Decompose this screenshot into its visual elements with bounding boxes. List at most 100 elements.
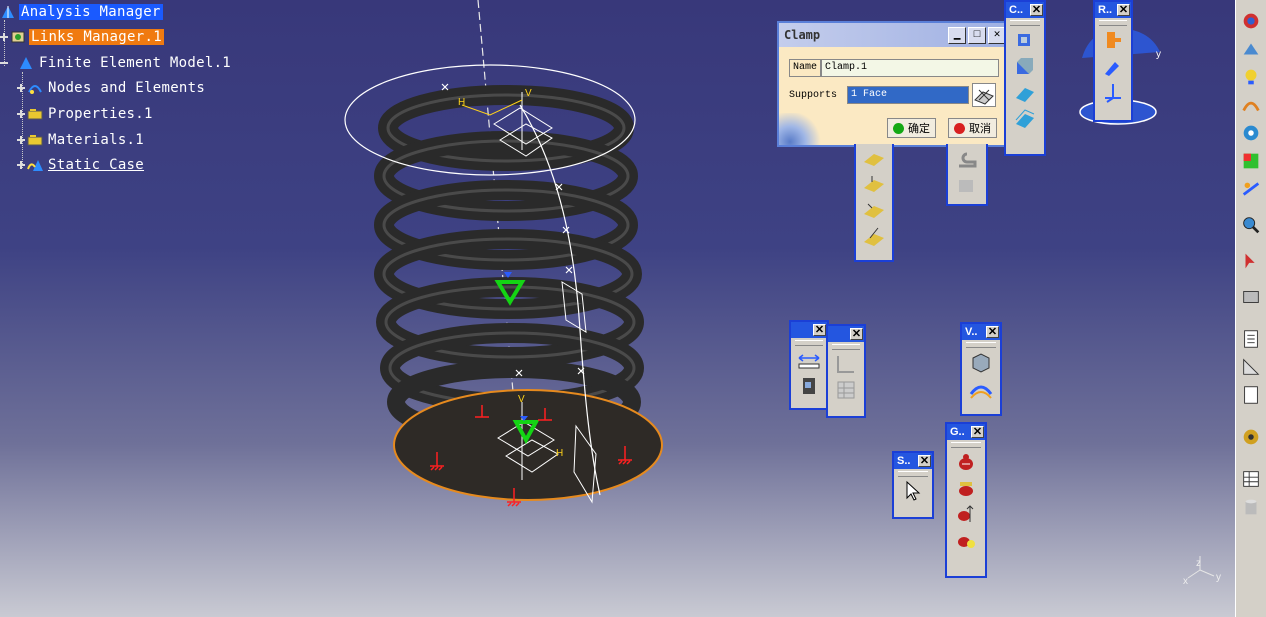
right-toolbar <box>1235 0 1266 617</box>
minimize-button[interactable]: ▁ <box>948 26 966 44</box>
shell-icon[interactable] <box>1013 106 1037 130</box>
fem-icon <box>20 57 32 69</box>
toolbar-c-close[interactable]: ✕ <box>1030 4 1043 16</box>
workbench-icon[interactable] <box>1240 10 1262 32</box>
toolbar-r[interactable]: R.. ✕ <box>1093 0 1133 122</box>
toolbar-v-close[interactable]: ✕ <box>986 326 999 338</box>
table-icon[interactable] <box>1240 468 1262 490</box>
cylinder-icon[interactable] <box>1240 496 1262 518</box>
toolbar-small-1-close[interactable]: ✕ <box>813 324 826 336</box>
materials-icon <box>27 135 43 146</box>
tree-label: Finite Element Model.1 <box>39 55 232 71</box>
select-arrow-icon[interactable] <box>901 479 925 503</box>
expand-icon[interactable] <box>0 33 8 41</box>
bend-icon[interactable] <box>955 146 979 170</box>
dialog-titlebar[interactable]: Clamp ▁ □ ✕ <box>779 23 1008 47</box>
mesh-tool-icon[interactable] <box>1240 38 1262 60</box>
bug-compute-icon[interactable] <box>954 450 978 474</box>
analysis-tool-icon[interactable] <box>1240 178 1262 200</box>
tree-label: Links Manager.1 <box>29 29 164 45</box>
inertia-icon[interactable] <box>797 374 821 398</box>
load-surface-icon-4[interactable] <box>862 224 886 248</box>
cube-icon[interactable] <box>1013 28 1037 52</box>
clamp-dialog: Clamp ▁ □ ✕ Name Clamp.1 Supports 1 Face… <box>777 21 1010 147</box>
disabled-curve-icon[interactable] <box>834 352 858 376</box>
bulb-icon[interactable] <box>1240 66 1262 88</box>
tree-item-nodes-elements[interactable]: Nodes and Elements <box>17 77 207 99</box>
report-icon[interactable] <box>1240 328 1262 350</box>
toolbar-g[interactable]: G.. ✕ <box>945 422 987 578</box>
axis-z-label: z <box>1196 558 1201 569</box>
toolbar-c[interactable]: C.. ✕ <box>1004 0 1046 156</box>
box-icon[interactable] <box>1013 54 1037 78</box>
cancel-button[interactable]: 取消 <box>948 118 997 138</box>
zoom-icon[interactable] <box>1240 214 1262 236</box>
toolbar-s[interactable]: S.. ✕ <box>892 451 934 519</box>
toolbar-s-close[interactable]: ✕ <box>918 455 931 467</box>
supports-field[interactable]: 1 Face <box>847 86 969 104</box>
toolbar-r-title: R.. <box>1098 4 1113 16</box>
analysis-icon <box>2 6 14 18</box>
surface-icon[interactable] <box>1013 80 1037 104</box>
name-field[interactable]: Clamp.1 <box>821 59 1000 77</box>
spring-tool-icon[interactable] <box>1240 94 1262 116</box>
disabled-table-icon[interactable] <box>834 378 858 402</box>
ok-icon <box>893 122 904 134</box>
list-icon[interactable] <box>1240 384 1262 406</box>
toolbar-left-column[interactable] <box>854 144 894 262</box>
pointer-tool-icon[interactable] <box>1240 250 1262 272</box>
expand-icon[interactable] <box>17 161 25 169</box>
settings-gear-icon[interactable] <box>1240 426 1262 448</box>
dialog-title: Clamp <box>784 28 821 42</box>
tree-label: Nodes and Elements <box>48 80 206 96</box>
tree-item-fem[interactable]: Finite Element Model.1 <box>0 52 233 74</box>
expand-icon[interactable] <box>17 110 25 118</box>
pin-icon[interactable] <box>1101 54 1125 78</box>
view-cube-icon[interactable] <box>969 350 993 374</box>
label-v-top: V <box>525 88 532 99</box>
tree-item-links-manager[interactable]: Links Manager.1 <box>0 26 164 48</box>
tree-label: Analysis Manager <box>19 4 163 20</box>
restraint-icon[interactable] <box>1101 28 1125 52</box>
links-icon <box>11 31 25 43</box>
load-surface-icon-3[interactable] <box>862 198 886 222</box>
collapse-icon[interactable] <box>0 59 8 67</box>
bug-compute-icon-2[interactable] <box>954 476 978 500</box>
tree-label: Properties.1 <box>48 106 153 122</box>
axes-icon[interactable] <box>1101 80 1125 104</box>
mesh-icon <box>28 85 42 94</box>
toolbar-mid-column[interactable] <box>946 144 988 206</box>
toolbar-small-2[interactable]: ✕ <box>826 324 866 418</box>
measure-icon[interactable] <box>797 348 821 372</box>
toolbar-small-2-close[interactable]: ✕ <box>850 328 863 340</box>
expand-icon[interactable] <box>17 136 25 144</box>
tree-item-properties[interactable]: Properties.1 <box>17 103 155 125</box>
ok-button[interactable]: 确定 <box>887 118 936 138</box>
toolbar-g-title: G.. <box>950 426 965 438</box>
toolbar-small-1[interactable]: ✕ <box>789 320 829 410</box>
color-map-icon[interactable] <box>1240 150 1262 172</box>
toolbar-g-close[interactable]: ✕ <box>971 426 984 438</box>
toolbar-s-title: S.. <box>897 455 911 467</box>
toolbar-v[interactable]: V.. ✕ <box>960 322 1002 416</box>
expand-icon[interactable] <box>17 84 25 92</box>
gear-target-icon[interactable] <box>1240 122 1262 144</box>
clamped-face[interactable] <box>393 389 663 501</box>
tree-item-materials[interactable]: Materials.1 <box>17 129 146 151</box>
load-surface-icon-2[interactable] <box>862 172 886 196</box>
label-v-bottom: V <box>518 394 525 405</box>
maximize-button[interactable]: □ <box>968 26 986 44</box>
load-surface-icon[interactable] <box>862 146 886 170</box>
toolbar-r-close[interactable]: ✕ <box>1117 4 1130 16</box>
sensor-icon[interactable] <box>1240 286 1262 308</box>
deformed-icon[interactable] <box>969 376 993 400</box>
face-select-icon[interactable] <box>972 83 996 107</box>
bug-compute-icon-3[interactable] <box>954 502 978 526</box>
bug-compute-icon-4[interactable] <box>954 528 978 552</box>
supports-label: Supports <box>789 89 838 101</box>
tree-item-analysis-manager[interactable]: Analysis Manager <box>0 1 163 23</box>
tree-item-static-case[interactable]: Static Case <box>17 154 146 176</box>
ruler-icon[interactable] <box>1240 356 1262 378</box>
dialog-watermark <box>779 113 823 145</box>
grey-tool-icon[interactable] <box>955 172 979 196</box>
